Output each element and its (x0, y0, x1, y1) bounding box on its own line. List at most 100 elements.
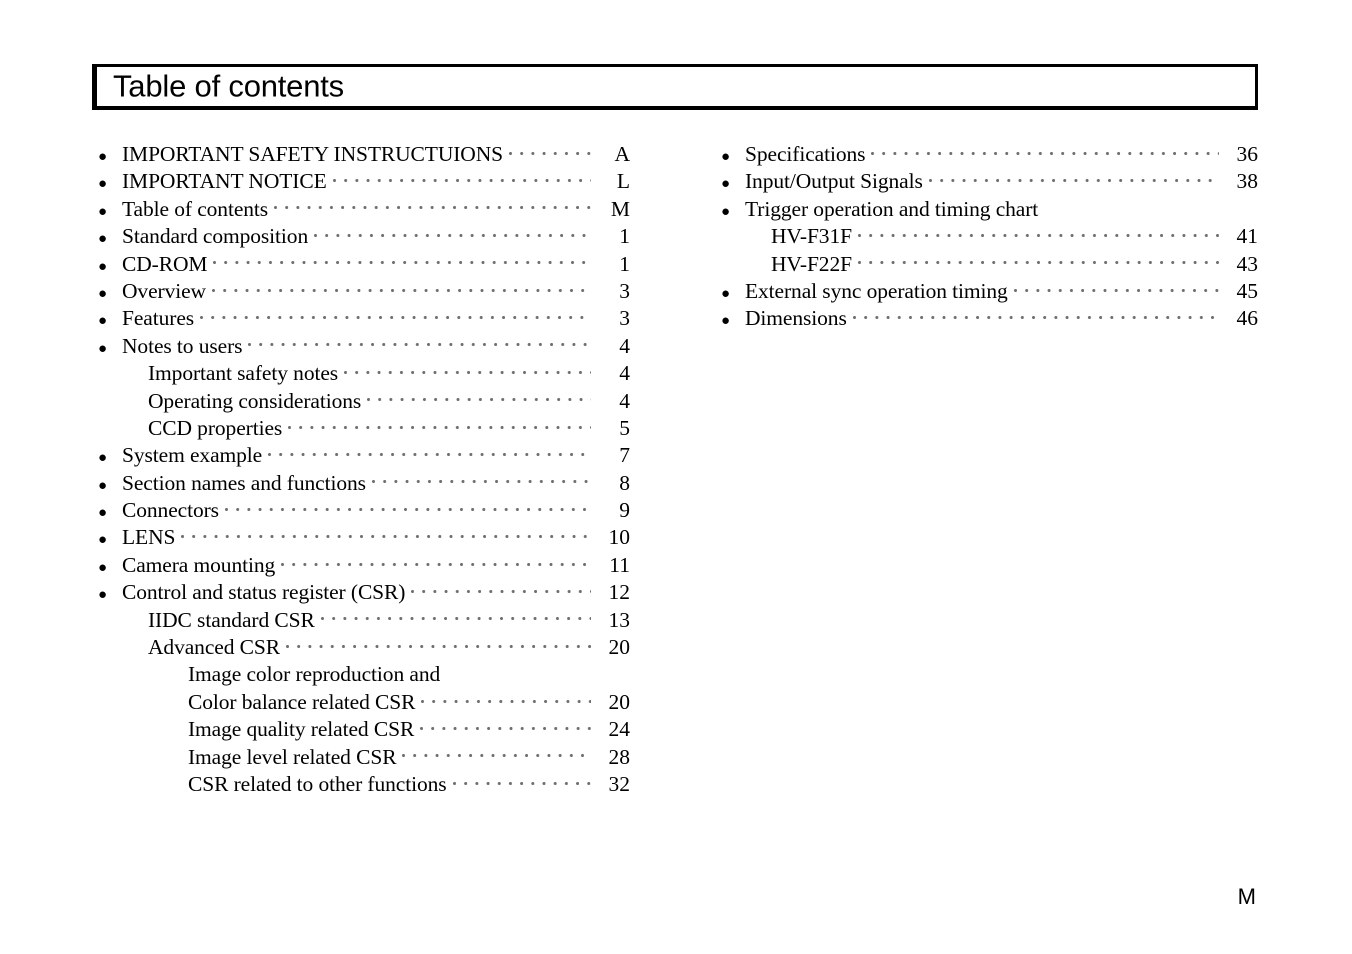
dot-leader (509, 145, 591, 165)
toc-entry[interactable]: ● Input/Output Signals 38 (721, 168, 1258, 195)
toc-entry-page-number: 3 (619, 278, 630, 303)
dot-leader (211, 282, 591, 302)
toc-entry[interactable]: ● External sync operation timing 45 (721, 278, 1258, 305)
toc-entry-label: Color balance related CSR (188, 689, 416, 714)
toc-entry[interactable]: Advanced CSR 20 (98, 634, 630, 661)
toc-entry-page-number: 20 (608, 689, 631, 714)
bullet-icon: ● (98, 231, 108, 248)
dot-leader (857, 254, 1219, 274)
toc-entry-page-number: 9 (619, 498, 630, 523)
toc-entry[interactable]: HV-F22F 43 (721, 251, 1258, 278)
toc-entry[interactable]: Image color reproduction and (98, 661, 630, 688)
dot-leader (320, 610, 591, 630)
toc-entry[interactable]: ● Trigger operation and timing chart (721, 196, 1258, 223)
toc-entry[interactable]: ● Features 3 (98, 305, 630, 332)
dot-leader (224, 501, 591, 521)
toc-entry-page-number: 3 (619, 306, 630, 331)
toc-entry[interactable]: Image level related CSR 28 (98, 744, 630, 771)
toc-entry-page-number: 45 (1236, 278, 1259, 303)
toc-entry-label: Table of contents (122, 196, 269, 221)
toc-entry[interactable]: ● Notes to users 4 (98, 333, 630, 360)
toc-entry-page-number: 41 (1236, 224, 1259, 249)
dot-leader (446, 665, 591, 685)
toc-entry[interactable]: ● Connectors 9 (98, 497, 630, 524)
toc-column-left: ● IMPORTANT SAFETY INSTRUCTUIONS A ● IMPORTA… (98, 141, 630, 798)
toc-entry-label: HV-F22F (771, 251, 852, 276)
toc-entry-page-number: L (616, 169, 630, 194)
toc-entry[interactable]: ● IMPORTANT NOTICE L (98, 168, 630, 195)
toc-entry[interactable]: ● Camera mounting 11 (98, 552, 630, 579)
toc-entry[interactable]: ● Specifications 36 (721, 141, 1258, 168)
toc-entry-page-number: 8 (619, 470, 630, 495)
toc-entry-page-number: 4 (619, 333, 630, 358)
bullet-icon: ● (98, 149, 108, 165)
toc-column-right: ● Specifications 36 ● Input/Output Signals 38… (721, 141, 1258, 333)
dot-leader (367, 391, 591, 411)
toc-entry[interactable]: ● Overview 3 (98, 278, 630, 305)
toc-entry-page-number: 5 (619, 415, 630, 440)
toc-entry[interactable]: ● System example 7 (98, 442, 630, 469)
toc-entry[interactable]: CCD properties 5 (98, 415, 630, 442)
toc-entry-label: CD-ROM (122, 251, 208, 276)
toc-entry-label: Advanced CSR (148, 635, 280, 660)
bullet-icon: ● (721, 149, 731, 165)
toc-entry[interactable]: Important safety notes 4 (98, 360, 630, 387)
bullet-icon: ● (98, 285, 108, 302)
dot-leader (871, 145, 1219, 165)
dot-leader (420, 720, 591, 740)
toc-entry-label: Image quality related CSR (188, 717, 415, 742)
dot-leader (421, 693, 591, 713)
toc-entry[interactable]: ● Section names and functions 8 (98, 470, 630, 497)
dot-leader (857, 227, 1219, 247)
dot-leader (285, 638, 591, 658)
dot-leader (200, 309, 591, 329)
dot-leader (1013, 282, 1219, 302)
bullet-icon: ● (98, 477, 108, 494)
toc-entry-label: IIDC standard CSR (148, 607, 315, 632)
toc-entry-page-number: 7 (619, 443, 630, 468)
bullet-icon: ● (721, 313, 731, 330)
dot-leader (314, 227, 591, 247)
toc-entry-page-number: 36 (1236, 142, 1259, 166)
toc-entry-label: Input/Output Signals (745, 169, 923, 194)
toc-entry[interactable]: Image quality related CSR 24 (98, 716, 630, 743)
bullet-icon: ● (98, 176, 108, 193)
bullet-icon: ● (98, 532, 108, 549)
toc-entry-page-number: 13 (608, 607, 631, 632)
toc-entry-label: Operating considerations (148, 388, 362, 413)
toc-entry[interactable]: ● LENS 10 (98, 524, 630, 551)
toc-entry[interactable]: HV-F31F 41 (721, 223, 1258, 250)
toc-entry-page-number: 32 (608, 771, 631, 796)
toc-entry[interactable]: ● Table of contents M (98, 196, 630, 223)
bullet-icon: ● (98, 559, 108, 576)
bullet-icon: ● (98, 313, 108, 330)
toc-entry[interactable]: Operating considerations 4 (98, 388, 630, 415)
toc-entry[interactable]: ● Standard composition 1 (98, 223, 630, 250)
toc-entry-page-number: 24 (608, 717, 631, 742)
dot-leader (928, 172, 1219, 192)
toc-entry-label: Overview (122, 278, 206, 303)
bullet-icon: ● (98, 450, 108, 467)
page-folio: M (1237, 884, 1256, 909)
toc-entry[interactable]: ● Dimensions 46 (721, 305, 1258, 332)
page-title: Table of contents (113, 67, 344, 103)
bullet-icon: ● (98, 587, 108, 604)
toc-entry-label: Image color reproduction and (188, 662, 441, 687)
toc-entry-page-number: 38 (1236, 169, 1259, 194)
toc-entry[interactable]: IIDC standard CSR 13 (98, 607, 630, 634)
toc-entry-page-number: 4 (619, 388, 630, 413)
toc-entry-label: Section names and functions (122, 470, 366, 495)
toc-entry[interactable]: CSR related to other functions 32 (98, 771, 630, 798)
toc-entry-label: IMPORTANT SAFETY INSTRUCTUIONS (122, 142, 504, 166)
toc-entry-label: Connectors (122, 498, 219, 523)
dot-leader (411, 583, 591, 603)
dot-leader (181, 528, 591, 548)
dot-leader (213, 254, 591, 274)
toc-entry-page-number: 28 (608, 744, 631, 769)
dot-leader (248, 336, 591, 356)
toc-entry-page-number: 11 (609, 552, 630, 577)
toc-entry[interactable]: ● IMPORTANT SAFETY INSTRUCTUIONS A (98, 141, 630, 168)
toc-entry[interactable]: Color balance related CSR 20 (98, 689, 630, 716)
toc-entry[interactable]: ● Control and status register (CSR) 12 (98, 579, 630, 606)
toc-entry[interactable]: ● CD-ROM 1 (98, 251, 630, 278)
